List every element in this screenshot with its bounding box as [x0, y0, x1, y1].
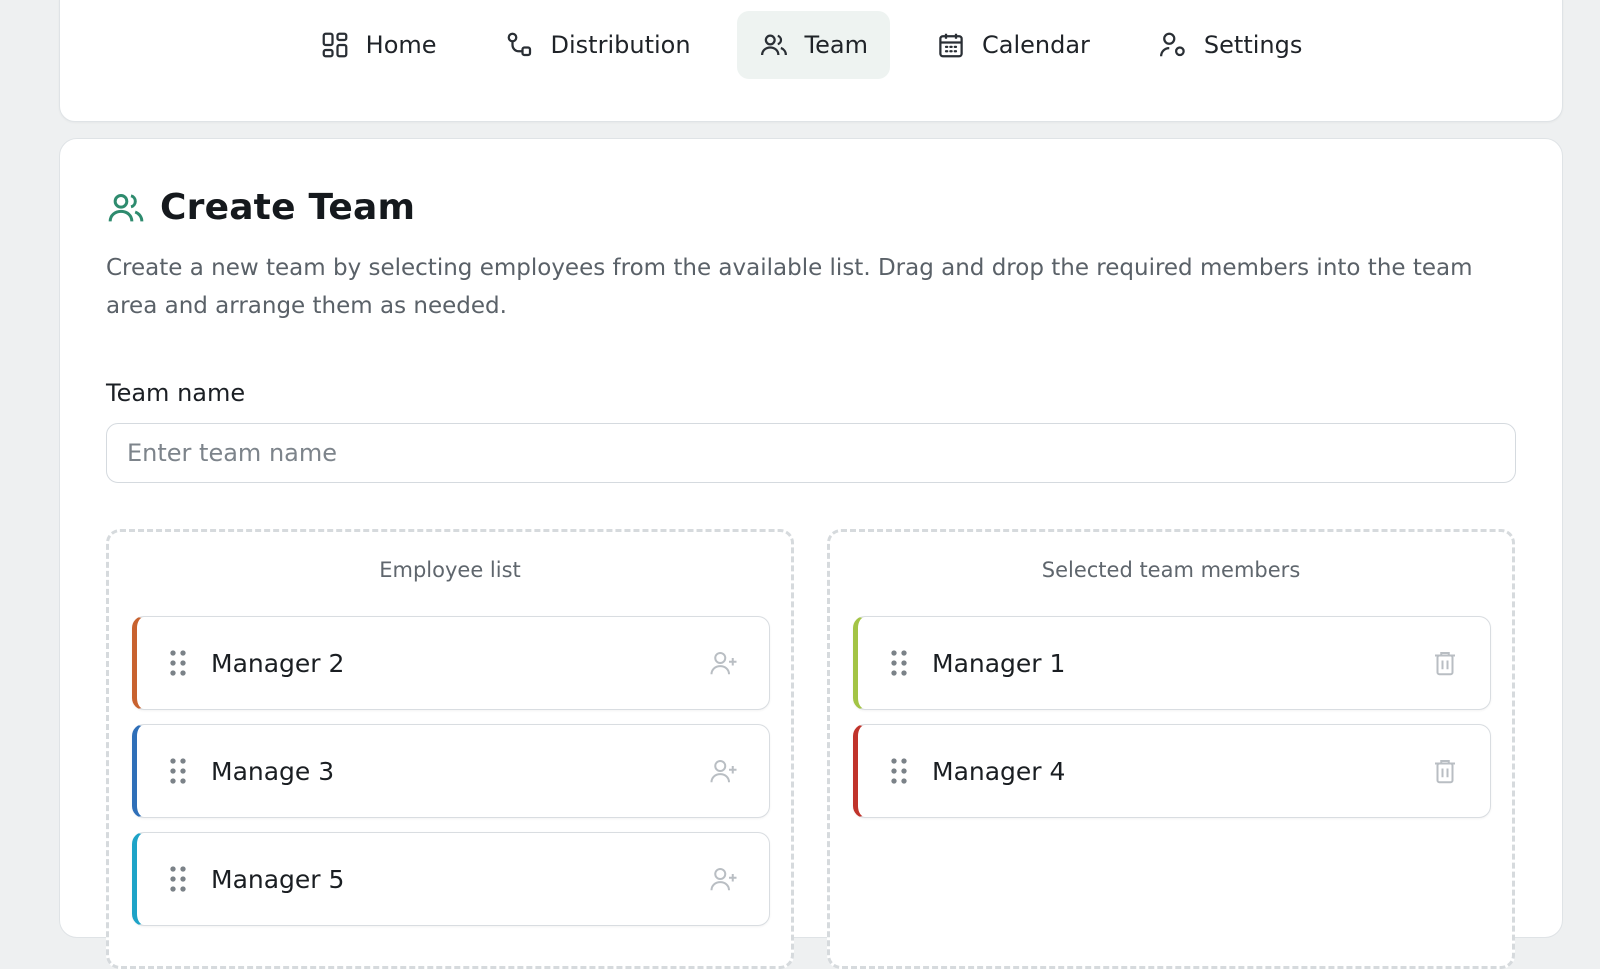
nav-item-team[interactable]: Team — [736, 11, 890, 79]
page-title: Create Team — [160, 187, 416, 228]
add-user-icon[interactable] — [709, 864, 739, 894]
employee-card[interactable]: Manager 5 — [132, 832, 770, 926]
member-name: Manager 1 — [932, 648, 1066, 678]
settings-user-icon — [1159, 32, 1185, 57]
selected-member-card[interactable]: Manager 4 — [853, 724, 1491, 818]
selected-member-card[interactable]: Manager 1 — [853, 616, 1491, 710]
add-user-icon[interactable] — [709, 756, 739, 786]
selected-members-dropzone[interactable]: Selected team members Manager 1 Manager … — [827, 529, 1515, 969]
drag-handle-icon[interactable] — [167, 648, 189, 678]
employee-list-dropzone[interactable]: Employee list Manager 2 Manage 3 Manager… — [106, 529, 794, 969]
employee-card[interactable]: Manage 3 — [132, 724, 770, 818]
team-name-input[interactable] — [106, 423, 1516, 483]
home-grid-icon — [322, 32, 348, 58]
team-name-label: Team name — [106, 379, 246, 407]
drag-handle-icon[interactable] — [888, 648, 910, 678]
employee-list-title: Employee list — [379, 558, 521, 582]
top-nav: Home Distribution Team Calendar Settings — [60, 11, 1562, 79]
nav-item-label: Distribution — [550, 31, 691, 59]
page-header: Create Team — [106, 187, 415, 228]
trash-icon[interactable] — [1430, 756, 1460, 786]
member-name: Manager 4 — [932, 756, 1066, 786]
calendar-icon — [939, 33, 963, 58]
drag-handle-icon[interactable] — [888, 756, 910, 786]
drag-handle-icon[interactable] — [167, 756, 189, 786]
nav-item-label: Home — [365, 31, 437, 59]
drag-handle-icon[interactable] — [167, 864, 189, 894]
nav-item-settings[interactable]: Settings — [1136, 11, 1324, 79]
distribution-icon — [507, 32, 531, 57]
employee-name: Manager 5 — [211, 864, 345, 894]
team-icon — [760, 34, 787, 56]
employee-card[interactable]: Manager 2 — [132, 616, 770, 710]
selected-members-title: Selected team members — [1041, 558, 1301, 582]
employee-name: Manager 2 — [211, 648, 345, 678]
employee-name: Manage 3 — [211, 756, 335, 786]
create-team-card: Create Team Create a new team by selecti… — [59, 138, 1563, 969]
nav-item-distribution[interactable]: Distribution — [483, 11, 713, 79]
nav-item-home[interactable]: Home — [298, 11, 459, 79]
nav-item-label: Settings — [1203, 31, 1303, 59]
add-user-icon[interactable] — [709, 648, 739, 678]
nav-item-calendar[interactable]: Calendar — [914, 11, 1112, 79]
page-description: Create a new team by selecting employees… — [106, 255, 1473, 319]
trash-icon[interactable] — [1430, 648, 1460, 678]
top-nav-card: Home Distribution Team Calendar Settings — [59, 0, 1563, 122]
nav-item-label: Calendar — [981, 31, 1090, 59]
team-icon — [108, 193, 144, 221]
nav-item-label: Team — [804, 31, 868, 59]
